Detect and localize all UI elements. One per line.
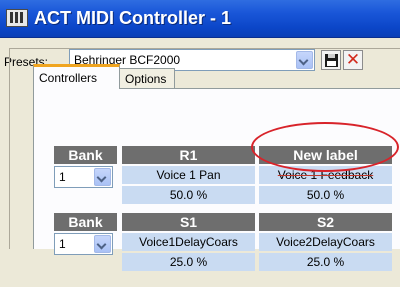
bank-dropdown[interactable]: 1 [54,166,113,188]
bank-dropdown[interactable]: 1 [54,233,113,255]
control-value-voice1-feedback[interactable]: 50.0 % [259,186,392,204]
control-header-s2[interactable]: S2 [259,213,392,231]
control-name-voice1-feedback[interactable]: Voice 1 Feedback [259,166,392,184]
window-title: ACT MIDI Controller - 1 [34,8,231,28]
midi-keyboard-icon [6,9,28,27]
bank-header: Bank [54,213,117,231]
control-value-s2[interactable]: 25.0 % [259,253,392,271]
control-header-r1[interactable]: R1 [122,146,255,164]
control-name-s1[interactable]: Voice1DelayCoars [122,233,255,251]
chevron-down-icon[interactable] [94,168,111,186]
control-name-r1[interactable]: Voice 1 Pan [122,166,255,184]
bank-header: Bank [54,146,117,164]
control-header-s1[interactable]: S1 [122,213,255,231]
chevron-down-icon[interactable] [94,235,111,253]
bank-value: 1 [59,170,66,184]
tab-options[interactable]: Options [120,68,175,89]
tab-controllers[interactable]: Controllers [33,64,120,89]
bank-value: 1 [59,237,66,251]
control-header-new-label[interactable]: New label [259,146,392,164]
control-value-r1[interactable]: 50.0 % [122,186,255,204]
title-bar[interactable]: ACT MIDI Controller - 1 [0,0,400,38]
control-name-s2[interactable]: Voice2DelayCoars [259,233,392,251]
control-value-s1[interactable]: 25.0 % [122,253,255,271]
